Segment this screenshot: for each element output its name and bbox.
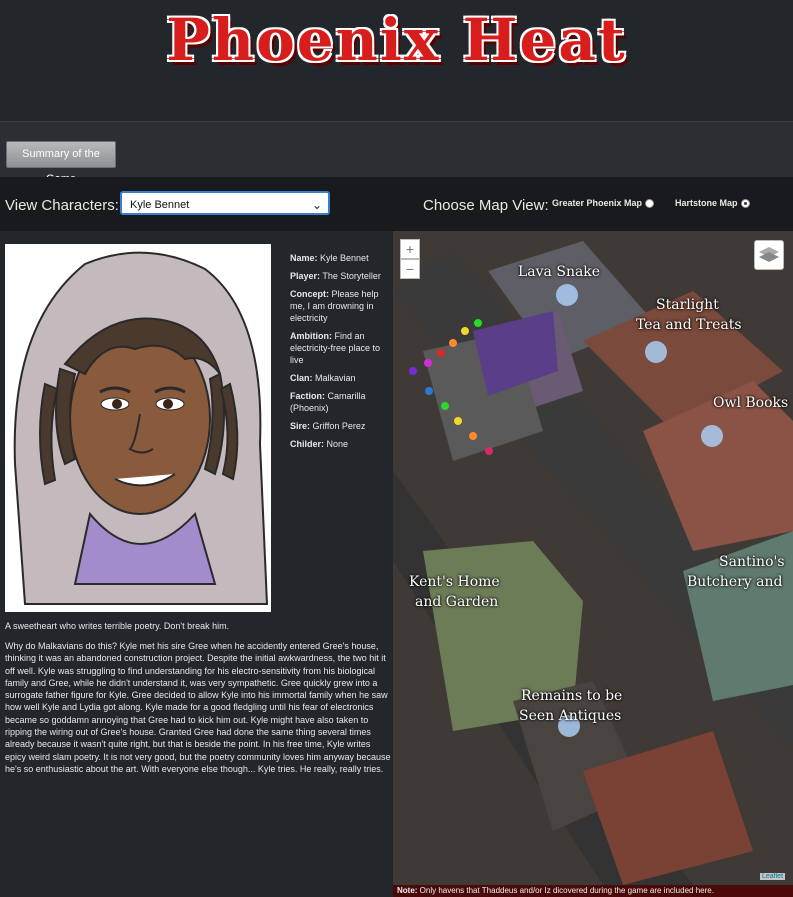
radio-button[interactable] [645, 199, 655, 209]
character-select-value: Kyle Bennet [130, 199, 190, 211]
header: Phoenix Heat [0, 0, 793, 120]
summary-button[interactable]: Summary of the Game [6, 141, 116, 185]
map-label-santinos-1: Santino's [719, 554, 785, 570]
info-ambition: Ambition: Find an electricity-free place… [290, 331, 381, 365]
info-childer: Childer: None [290, 439, 349, 449]
chevron-down-icon: ⌄ [311, 198, 322, 212]
info-player: Player: The Storyteller [290, 271, 381, 281]
map-label-kents-2: and Garden [415, 594, 499, 610]
view-characters-label: View Characters: [5, 197, 119, 214]
leaflet-attribution[interactable]: Leaflet [760, 873, 786, 880]
info-name: Name: Kyle Bennet [290, 253, 369, 263]
site-title-logo: Phoenix Heat [166, 6, 627, 74]
map-label-starlight-2: Tea and Treats [636, 317, 742, 333]
map-marker-owl-books[interactable] [701, 425, 723, 447]
layers-icon [759, 247, 779, 262]
info-clan: Clan: Malkavian [290, 373, 356, 383]
layers-button[interactable] [754, 240, 784, 270]
map-option-label: Hartstone Map [675, 198, 738, 208]
map-marker-lava-snake[interactable] [556, 284, 578, 306]
zoom-out-button[interactable]: − [400, 259, 420, 279]
map-option-label: Greater Phoenix Map [552, 198, 643, 208]
map-label-remains-1: Remains to be [521, 688, 623, 704]
info-faction: Faction: Camarilla (Phoenix) [290, 391, 366, 413]
map-marker-starlight[interactable] [645, 341, 667, 363]
map-label-starlight-1: Starlight [656, 297, 719, 313]
character-portrait [5, 244, 271, 612]
map-label-lava-snake: Lava Snake [518, 264, 601, 280]
character-info: Name: Kyle Bennet Player: The Storytelle… [290, 252, 390, 456]
hartstone-map[interactable]: Lava Snake Starlight Tea and Treats Owl … [393, 231, 793, 885]
choose-map-label: Choose Map View: [423, 197, 549, 214]
map-option-hartstone[interactable]: Hartstone Map [675, 198, 750, 209]
note-label: Note: [397, 886, 418, 895]
character-tagline: A sweetheart who writes terrible poetry.… [5, 621, 230, 631]
map-option-greater-phoenix[interactable]: Greater Phoenix Map [552, 198, 655, 209]
map-label-remains-2: Seen Antiques [519, 708, 622, 724]
note-text: Only havens that Thaddeus and/or Iz dico… [417, 886, 714, 895]
character-bio: Why do Malkavians do this? Kyle met his … [5, 641, 391, 774]
map-label-owl-books: Owl Books [713, 395, 789, 411]
map-label-santinos-2: Butchery and [687, 574, 783, 590]
radio-button-checked[interactable] [740, 199, 750, 209]
character-select[interactable]: Kyle Bennet ⌄ [120, 191, 330, 215]
map-label-kents-1: Kent's Home [409, 574, 500, 590]
zoom-in-button[interactable]: + [400, 239, 420, 259]
info-sire: Sire: Griffon Perez [290, 421, 366, 431]
map-note: Note: Only havens that Thaddeus and/or I… [393, 885, 793, 897]
info-concept: Concept: Please help me, I am drowning i… [290, 289, 379, 323]
toolbar [0, 121, 793, 178]
